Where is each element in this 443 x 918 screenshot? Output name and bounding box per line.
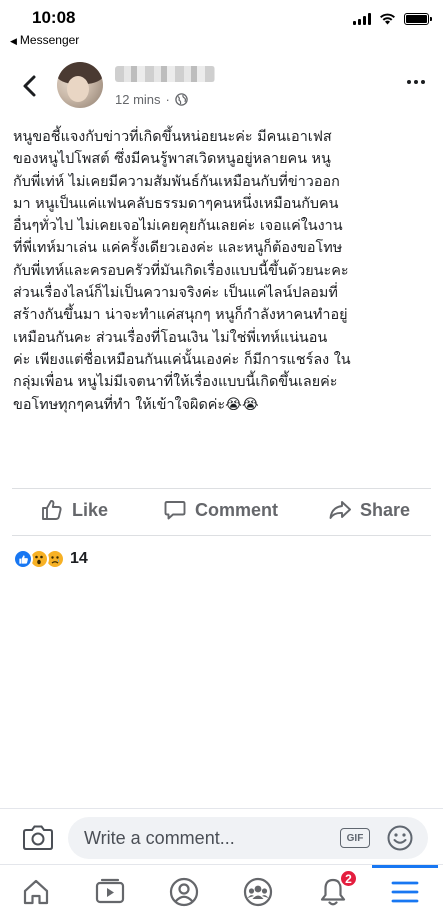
post-line: ส่วนเรื่องไลน์ก็ไม่เป็นความจริงค่ะ เป็นแ… [13, 285, 338, 302]
profile-icon[interactable] [167, 875, 201, 909]
like-label: Like [72, 499, 109, 520]
share-button[interactable]: Share [328, 498, 410, 522]
post-line: ที่พี่เทห์มาเล่น แค่ครั้งเดียวเองค่ะ และ… [13, 240, 343, 257]
comment-label: Comment [195, 499, 279, 520]
notifications-badge: 2 [339, 869, 358, 888]
comment-composer: Write a comment... GIF [0, 808, 443, 864]
like-icon [13, 549, 33, 569]
meta-separator: · [165, 92, 170, 107]
post-line: ค่ะ เพียงแต่ชื่อเหมือนกันแค่นั้นเองค่ะ ก… [13, 351, 351, 368]
groups-icon[interactable] [241, 875, 275, 909]
back-triangle-icon: ◀ [10, 36, 17, 46]
status-time: 10:08 [32, 8, 76, 27]
like-button[interactable]: Like [40, 498, 108, 522]
menu-icon[interactable] [388, 875, 422, 909]
post-line: สร้างกันขึ้นมา น่าจะทำแค่สนุกๆ หนูก็กำลั… [13, 307, 348, 324]
post-line: เหมือนกันคะ ส่วนเรื่องที่โอนเงิน ไม่ใช่พ… [13, 329, 328, 346]
active-tab-indicator [372, 865, 438, 868]
camera-icon[interactable] [22, 822, 54, 852]
post-line: หนูขอชี้แจงกับข่าวที่เกิดขึ้นหน่อยนะค่ะ … [13, 129, 332, 145]
bottom-tab-bar: 2 [0, 864, 443, 918]
notifications-icon[interactable]: 2 [316, 869, 358, 909]
post-header: 12 mins · [0, 58, 443, 120]
battery-icon [404, 12, 432, 25]
emoji-icon[interactable] [386, 824, 414, 852]
post-line: อื่นๆทั่วไป ไม่เคยเจอไม่เคยคุยกันเลยค่ะ … [13, 218, 343, 235]
globe-icon [175, 93, 188, 106]
post-body: หนูขอชี้แจงกับข่าวที่เกิดขึ้นหน่อยนะค่ะ … [13, 126, 433, 416]
post-line: ของหนูไปโพสต์ ซึ่งมีคนรู้พาสเวิดหนูอยู่ห… [13, 151, 331, 168]
post-line: กับพี่เทห์และครอบครัวที่มันเกิดเรื่องแบบ… [13, 262, 349, 279]
post-timestamp[interactable]: 12 mins [115, 92, 161, 107]
author-avatar[interactable] [57, 62, 103, 108]
reactions-summary[interactable]: 14 [13, 549, 88, 569]
status-indicators [353, 12, 432, 25]
post-line: มา หนูเป็นแค่แฟนคลับธรรมดาๆคนหนึ่งเหมือน… [13, 195, 339, 212]
post-line: กลุ่มเพื่อน หนูไม่มีเจตนาที่ให้เรื่องแบบ… [13, 374, 338, 391]
author-name-blurred[interactable] [115, 66, 215, 82]
share-label: Share [360, 499, 411, 520]
gif-button[interactable]: GIF [340, 828, 370, 848]
post-actions: Like Comment Share [0, 490, 443, 534]
comment-bubble-icon [164, 501, 186, 520]
more-options-icon[interactable] [407, 80, 425, 84]
comment-input[interactable]: Write a comment... GIF [68, 817, 428, 859]
back-app-label: Messenger [19, 33, 80, 47]
post-line: กับพี่เท่ห์ ไม่เคยมีความสัมพันธ์กันเหมือ… [13, 173, 340, 190]
comment-placeholder: Write a comment... [84, 828, 235, 848]
share-arrow-icon [329, 501, 351, 519]
actions-top-divider [12, 488, 431, 489]
wifi-icon [380, 13, 395, 25]
post-meta: 12 mins · [115, 92, 188, 107]
comment-button[interactable]: Comment [163, 498, 278, 522]
watch-icon[interactable] [93, 875, 127, 909]
reaction-count: 14 [70, 550, 88, 567]
actions-bottom-divider [12, 535, 431, 536]
home-icon[interactable] [19, 875, 53, 909]
cellular-signal-icon [353, 12, 371, 25]
post-line: ขอโทษทุกๆคนที่ทำ ให้เข้าใจผิดค่ะ😭😭 [13, 396, 259, 413]
back-chevron-icon[interactable] [16, 72, 44, 100]
back-to-app-link[interactable]: ◀ Messenger [10, 33, 79, 47]
status-bar: 10:08 ◀ Messenger [0, 0, 443, 50]
thumbs-up-icon [42, 499, 62, 520]
